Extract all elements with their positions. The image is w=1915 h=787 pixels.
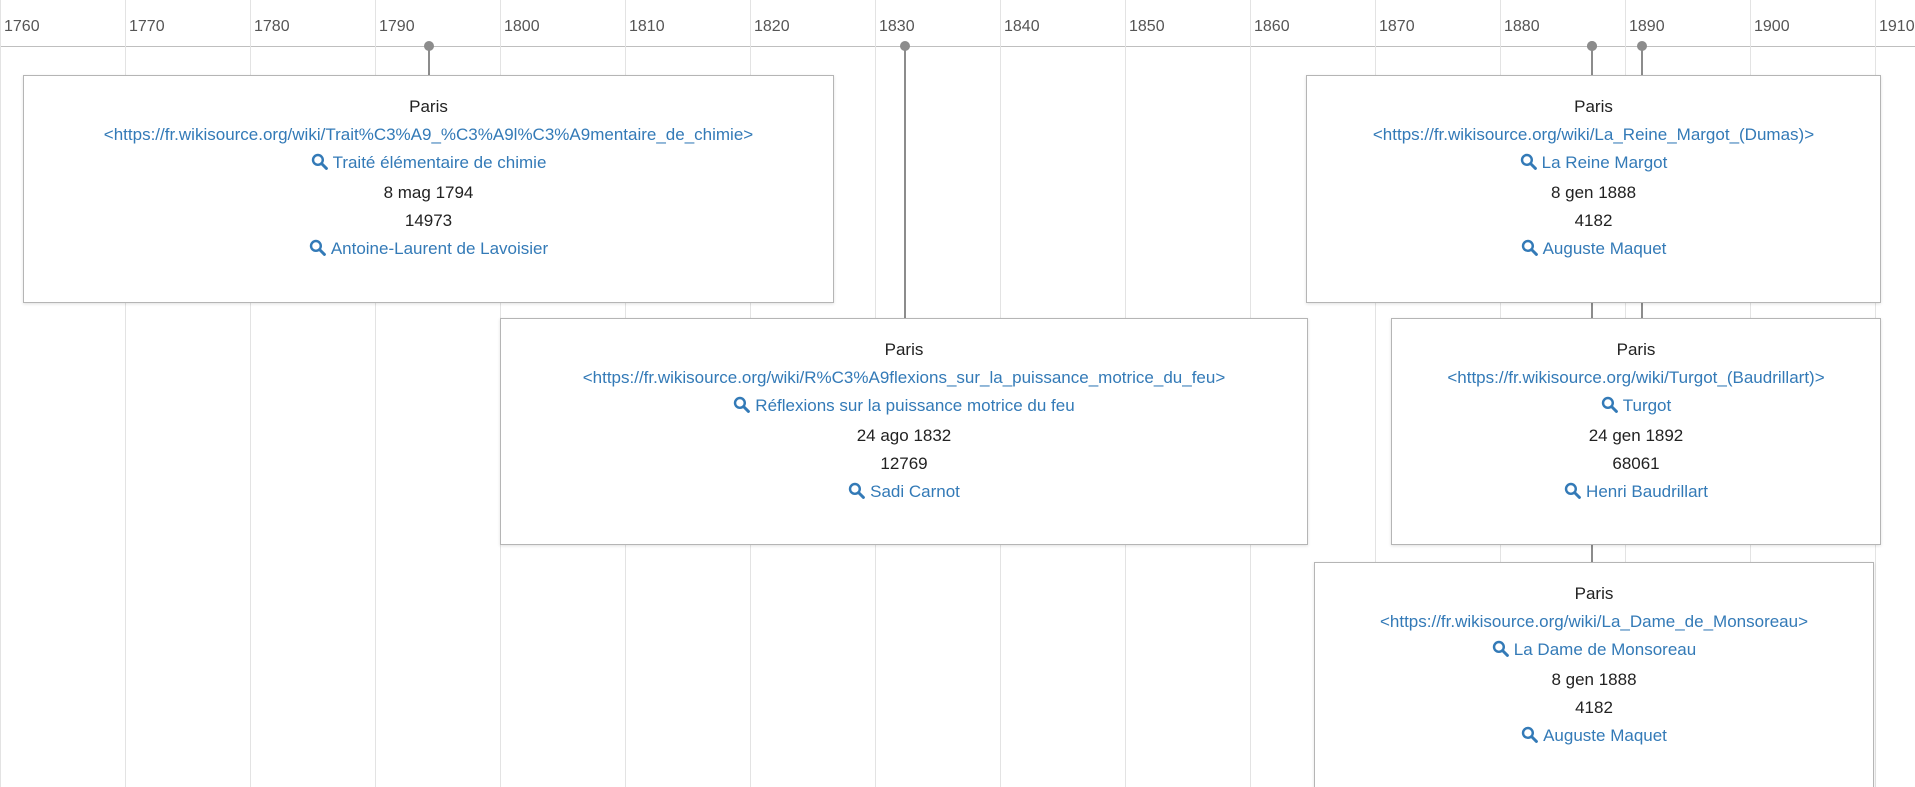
event-marker[interactable] — [424, 41, 434, 51]
event-title-link[interactable]: Turgot — [1392, 392, 1880, 422]
tick-label: 1840 — [1004, 18, 1040, 35]
tick-label: 1790 — [379, 18, 415, 35]
event-title: La Dame de Monsoreau — [1513, 640, 1697, 659]
event-author-link[interactable]: Auguste Maquet — [1307, 235, 1880, 265]
tick-label: 1830 — [879, 18, 915, 35]
event-source-link[interactable]: <https://fr.wikisource.org/wiki/La_Dame_… — [1315, 608, 1873, 636]
event-card: Paris <https://fr.wikisource.org/wiki/R%C… — [500, 318, 1308, 545]
event-date: 24 ago 1832 — [856, 426, 952, 445]
event-date: 24 gen 1892 — [1588, 426, 1684, 445]
search-icon — [1520, 151, 1537, 179]
event-title: Traité élémentaire de chimie — [332, 153, 547, 172]
event-title-link[interactable]: La Dame de Monsoreau — [1315, 636, 1873, 666]
event-marker[interactable] — [1637, 41, 1647, 51]
event-title: Turgot — [1622, 396, 1672, 415]
event-author: Auguste Maquet — [1542, 239, 1667, 258]
event-source-link[interactable]: <https://fr.wikisource.org/wiki/R%C3%A9f… — [501, 364, 1307, 392]
event-count: 4182 — [1574, 211, 1613, 230]
event-card: Paris <https://fr.wikisource.org/wiki/La_… — [1306, 75, 1881, 303]
event-count: 12769 — [880, 454, 928, 473]
event-author: Henri Baudrillart — [1586, 482, 1708, 501]
event-author-link[interactable]: Henri Baudrillart — [1392, 478, 1880, 508]
event-place: Paris — [1574, 584, 1614, 603]
search-icon — [1492, 638, 1509, 666]
event-card: Paris <https://fr.wikisource.org/wiki/Tra… — [23, 75, 834, 303]
event-place: Paris — [1574, 97, 1613, 116]
search-icon — [733, 394, 751, 422]
tick-label: 1880 — [1504, 18, 1540, 35]
event-source-link[interactable]: <https://fr.wikisource.org/wiki/Turgot_(… — [1392, 364, 1880, 392]
event-author-link[interactable]: Sadi Carnot — [501, 478, 1307, 508]
event-card: Paris <https://fr.wikisource.org/wiki/Tur… — [1391, 318, 1881, 545]
event-place: Paris — [409, 97, 448, 116]
event-source-link[interactable]: <https://fr.wikisource.org/wiki/Trait%C3… — [24, 121, 833, 149]
search-icon — [1521, 724, 1538, 752]
event-count: 68061 — [1612, 454, 1660, 473]
event-count: 14973 — [404, 211, 453, 230]
event-date: 8 gen 1888 — [1550, 183, 1637, 202]
tick-label: 1800 — [504, 18, 540, 35]
event-author: Auguste Maquet — [1543, 726, 1667, 745]
event-title-link[interactable]: Réflexions sur la puissance motrice du f… — [501, 392, 1307, 422]
tick-label: 1890 — [1629, 18, 1665, 35]
event-author: Antoine-Laurent de Lavoisier — [330, 239, 549, 258]
event-card: Paris <https://fr.wikisource.org/wiki/La_… — [1314, 562, 1874, 787]
event-date: 8 mag 1794 — [383, 183, 474, 202]
event-date: 8 gen 1888 — [1551, 670, 1637, 689]
event-title-link[interactable]: Traité élémentaire de chimie — [24, 149, 833, 179]
time-axis-line — [0, 46, 1915, 47]
event-author-link[interactable]: Auguste Maquet — [1315, 722, 1873, 752]
tick-label: 1760 — [4, 18, 40, 35]
search-icon — [1564, 480, 1581, 508]
event-title: Réflexions sur la puissance motrice du f… — [755, 396, 1075, 415]
search-icon — [848, 480, 866, 508]
tick-label: 1810 — [629, 18, 665, 35]
event-author: Sadi Carnot — [870, 482, 960, 501]
event-marker[interactable] — [1587, 41, 1597, 51]
tick-label: 1860 — [1254, 18, 1290, 35]
tick-label: 1870 — [1379, 18, 1415, 35]
event-title-link[interactable]: La Reine Margot — [1307, 149, 1880, 179]
event-title: La Reine Margot — [1541, 153, 1668, 172]
search-icon — [311, 151, 328, 179]
tick-label: 1770 — [129, 18, 165, 35]
tick-label: 1820 — [754, 18, 790, 35]
event-connector — [904, 46, 906, 318]
event-count: 4182 — [1575, 698, 1613, 717]
gridline-1760 — [0, 0, 1, 787]
tick-label: 1780 — [254, 18, 290, 35]
event-place: Paris — [1616, 340, 1656, 359]
tick-label: 1850 — [1129, 18, 1165, 35]
event-place: Paris — [884, 340, 924, 359]
event-author-link[interactable]: Antoine-Laurent de Lavoisier — [24, 235, 833, 265]
event-marker[interactable] — [900, 41, 910, 51]
search-icon — [309, 237, 326, 265]
event-source-link[interactable]: <https://fr.wikisource.org/wiki/La_Reine… — [1307, 121, 1880, 149]
search-icon — [1521, 237, 1538, 265]
timeline: 1760 1770 1780 1790 1800 1810 1820 1830 1840 1850… — [0, 0, 1915, 787]
search-icon — [1601, 394, 1618, 422]
tick-label: 1900 — [1754, 18, 1790, 35]
tick-label: 1910 — [1879, 18, 1915, 35]
